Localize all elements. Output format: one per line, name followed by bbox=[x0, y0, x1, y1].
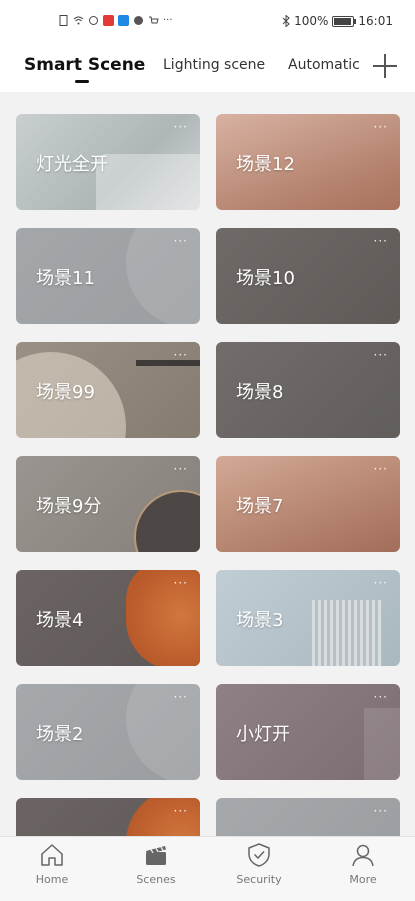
settings-icon bbox=[89, 16, 98, 25]
scene-card[interactable]: 场景7 ··· bbox=[216, 456, 400, 552]
battery-percent: 100% bbox=[294, 14, 329, 28]
active-tab-indicator bbox=[75, 80, 89, 83]
tab-lighting-scene[interactable]: Lighting scene bbox=[163, 57, 265, 73]
blue-app-icon bbox=[118, 15, 129, 26]
tab-smart-scene[interactable]: Smart Scene bbox=[24, 55, 145, 75]
scene-card[interactable]: ··· bbox=[16, 798, 200, 836]
card-more-icon[interactable]: ··· bbox=[374, 348, 388, 362]
scene-card[interactable]: 小灯开 ··· bbox=[216, 684, 400, 780]
nav-scenes-label: Scenes bbox=[136, 873, 176, 886]
nav-security[interactable]: Security bbox=[219, 841, 299, 886]
scene-grid: 灯光全开 ··· 场景12 ··· 场景11 ··· 场景10 ··· 场景99… bbox=[0, 92, 415, 836]
card-more-icon[interactable]: ··· bbox=[174, 690, 188, 704]
scene-card-label: 场景11 bbox=[36, 268, 95, 289]
scene-card[interactable]: 场景12 ··· bbox=[216, 114, 400, 210]
card-more-icon[interactable]: ··· bbox=[374, 120, 388, 134]
bottom-nav: Home Scenes Security More bbox=[0, 836, 415, 901]
scene-card-label: 场景7 bbox=[236, 496, 284, 517]
card-decoration bbox=[96, 154, 200, 210]
scene-card[interactable]: 场景9分 ··· bbox=[16, 456, 200, 552]
tab-automatic[interactable]: Automatic bbox=[288, 57, 359, 73]
scene-card[interactable]: 场景99 ··· bbox=[16, 342, 200, 438]
nav-security-label: Security bbox=[236, 873, 282, 886]
tab-automatic-clip: Automatic bbox=[287, 46, 359, 92]
scene-card[interactable]: 场景2 ··· bbox=[16, 684, 200, 780]
scene-card[interactable]: 灯光全开 ··· bbox=[16, 114, 200, 210]
nav-home-label: Home bbox=[35, 873, 69, 886]
scene-card[interactable]: 场景8 ··· bbox=[216, 342, 400, 438]
card-more-icon[interactable]: ··· bbox=[374, 804, 388, 818]
card-more-icon[interactable]: ··· bbox=[374, 576, 388, 590]
card-more-icon[interactable]: ··· bbox=[174, 462, 188, 476]
globe-icon bbox=[134, 16, 143, 25]
scene-card[interactable]: 场景4 ··· bbox=[16, 570, 200, 666]
red-app-icon bbox=[103, 15, 114, 26]
card-more-icon[interactable]: ··· bbox=[174, 348, 188, 362]
card-decoration bbox=[126, 228, 200, 324]
card-more-icon[interactable]: ··· bbox=[374, 462, 388, 476]
scenes-icon bbox=[146, 846, 166, 865]
scene-card-label: 场景9分 bbox=[36, 496, 102, 517]
nav-home[interactable]: Home bbox=[12, 841, 92, 886]
nav-scenes[interactable]: Scenes bbox=[116, 841, 196, 886]
card-decoration bbox=[312, 600, 382, 666]
status-icons: ··· bbox=[58, 15, 173, 26]
security-shield-icon bbox=[248, 843, 270, 867]
scene-card-label: 场景3 bbox=[236, 610, 284, 631]
status-right: 100% 16:01 bbox=[282, 14, 393, 28]
cart-icon bbox=[149, 16, 159, 24]
status-bar: ··· 100% 16:01 bbox=[0, 0, 415, 46]
more-icon: ··· bbox=[163, 15, 173, 26]
home-icon bbox=[41, 844, 63, 866]
nav-more[interactable]: More bbox=[323, 841, 403, 886]
card-more-icon[interactable]: ··· bbox=[174, 576, 188, 590]
add-scene-button[interactable] bbox=[373, 54, 397, 78]
scene-card-label: 场景8 bbox=[236, 382, 284, 403]
scene-card-label: 场景10 bbox=[236, 268, 295, 289]
card-decoration bbox=[364, 708, 400, 780]
scene-card[interactable]: 场景3 ··· bbox=[216, 570, 400, 666]
scene-card[interactable]: ··· bbox=[216, 798, 400, 836]
battery-icon bbox=[332, 15, 357, 27]
bluetooth-icon bbox=[282, 15, 290, 27]
card-more-icon[interactable]: ··· bbox=[374, 234, 388, 248]
scene-card-label: 场景99 bbox=[36, 382, 95, 403]
scene-card-label: 小灯开 bbox=[236, 724, 290, 745]
wifi-icon bbox=[73, 16, 84, 25]
card-more-icon[interactable]: ··· bbox=[174, 234, 188, 248]
file-icon bbox=[59, 15, 68, 26]
scene-card-label: 场景12 bbox=[236, 154, 295, 175]
card-decoration bbox=[126, 798, 200, 836]
person-icon bbox=[352, 844, 374, 867]
clock: 16:01 bbox=[358, 14, 393, 28]
nav-more-label: More bbox=[349, 873, 377, 886]
scene-card-label: 场景4 bbox=[36, 610, 84, 631]
card-more-icon[interactable]: ··· bbox=[374, 690, 388, 704]
scene-card-label: 灯光全开 bbox=[36, 154, 108, 175]
scene-card[interactable]: 场景11 ··· bbox=[16, 228, 200, 324]
scene-card[interactable]: 场景10 ··· bbox=[216, 228, 400, 324]
card-decoration bbox=[126, 570, 200, 666]
card-decoration bbox=[136, 360, 200, 366]
card-more-icon[interactable]: ··· bbox=[174, 120, 188, 134]
card-decoration bbox=[126, 684, 200, 780]
card-decoration bbox=[134, 490, 200, 552]
card-more-icon[interactable]: ··· bbox=[174, 804, 188, 818]
scene-card-label: 场景2 bbox=[36, 724, 84, 745]
